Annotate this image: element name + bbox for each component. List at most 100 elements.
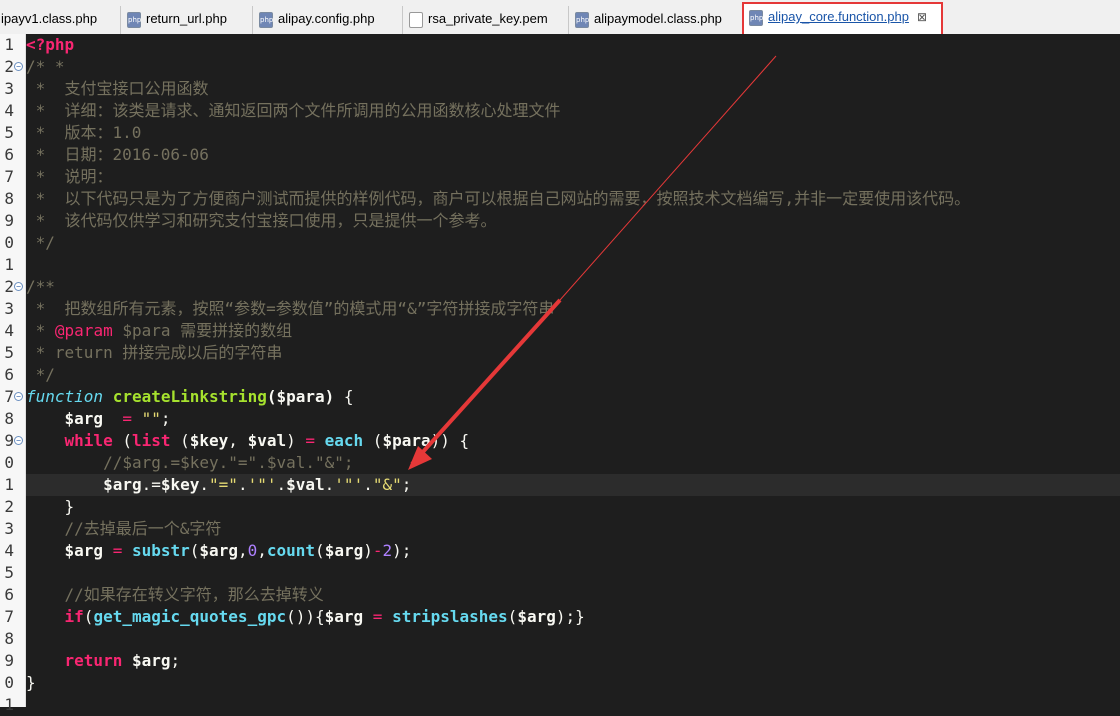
code-line[interactable]: 9− while (list ($key, $val) = each ($par… bbox=[0, 430, 1120, 452]
line-number: 9 bbox=[4, 431, 14, 450]
code-line[interactable]: 2 } bbox=[0, 496, 1120, 518]
code-text: <?php bbox=[26, 35, 75, 54]
code-text: } bbox=[26, 497, 75, 516]
tab-label: alipay.config.php bbox=[278, 11, 375, 26]
code-line[interactable]: 1 $arg.=$key."=".'"'.$val.'"'."&"; bbox=[0, 474, 1120, 496]
line-number: 4 bbox=[4, 541, 14, 560]
line-number: 3 bbox=[4, 299, 14, 318]
line-number: 2 bbox=[4, 57, 14, 76]
line-number: 1 bbox=[4, 35, 14, 54]
code-text: * 详细：该类是请求、通知返回两个文件所调用的公用函数核心处理文件 bbox=[26, 101, 561, 120]
fold-toggle-icon[interactable]: − bbox=[14, 282, 23, 291]
code-text: * 以下代码只是为了方便商户测试而提供的样例代码，商户可以根据自己网站的需要，按… bbox=[26, 189, 971, 208]
line-number: 5 bbox=[4, 563, 14, 582]
line-number: 3 bbox=[4, 519, 14, 538]
code-line[interactable]: 7 if(get_magic_quotes_gpc()){$arg = stri… bbox=[0, 606, 1120, 628]
line-number: 2 bbox=[4, 497, 14, 516]
code-line[interactable]: 8 * 以下代码只是为了方便商户测试而提供的样例代码，商户可以根据自己网站的需要… bbox=[0, 188, 1120, 210]
line-number: 4 bbox=[4, 321, 14, 340]
code-line[interactable]: 0 */ bbox=[0, 232, 1120, 254]
tab-alipaymodel-class-php[interactable]: php alipaymodel.class.php bbox=[568, 6, 742, 34]
line-number: 8 bbox=[4, 629, 14, 648]
code-text: /* * bbox=[26, 57, 65, 76]
code-line[interactable]: 0 //$arg.=$key."=".$val."&"; bbox=[0, 452, 1120, 474]
line-number: 5 bbox=[4, 123, 14, 142]
code-text: * 把数组所有元素，按照“参数=参数值”的模式用“&”字符拼接成字符串 bbox=[26, 299, 555, 318]
code-line[interactable]: 8 bbox=[0, 628, 1120, 650]
line-number: 7 bbox=[4, 607, 14, 626]
line-number: 6 bbox=[4, 365, 14, 384]
code-text: } bbox=[26, 673, 36, 692]
code-text: function createLinkstring($para) { bbox=[26, 387, 354, 406]
code-line[interactable]: 3 //去掉最后一个&字符 bbox=[0, 518, 1120, 540]
code-line[interactable]: 7− function createLinkstring($para) { bbox=[0, 386, 1120, 408]
code-line[interactable]: 4 * 详细：该类是请求、通知返回两个文件所调用的公用函数核心处理文件 bbox=[0, 100, 1120, 122]
code-text: if(get_magic_quotes_gpc()){$arg = strips… bbox=[64, 607, 585, 626]
code-line[interactable]: 5 * return 拼接完成以后的字符串 bbox=[0, 342, 1120, 364]
line-number: 0 bbox=[4, 673, 14, 692]
line-number: 9 bbox=[4, 211, 14, 230]
code-line[interactable]: 9 * 该代码仅供学习和研究支付宝接口使用，只是提供一个参考。 bbox=[0, 210, 1120, 232]
text-file-icon bbox=[409, 11, 423, 28]
code-text: */ bbox=[26, 233, 55, 252]
fold-toggle-icon[interactable]: − bbox=[14, 392, 23, 401]
line-number: 6 bbox=[4, 145, 14, 164]
code-line[interactable]: 5 * 版本：1.0 bbox=[0, 122, 1120, 144]
code-line[interactable]: 6 //如果存在转义字符，那么去掉转义 bbox=[0, 584, 1120, 606]
tab-ipayv1-class-php[interactable]: ipayv1.class.php bbox=[0, 6, 120, 34]
code-line[interactable]: 8 $arg = ""; bbox=[0, 408, 1120, 430]
php-file-icon: php bbox=[259, 11, 273, 28]
line-number: 3 bbox=[4, 79, 14, 98]
line-number: 7 bbox=[4, 167, 14, 186]
code-text: $arg = ""; bbox=[64, 409, 171, 428]
line-number: 1 bbox=[4, 255, 14, 274]
code-line[interactable]: 9 return $arg; bbox=[0, 650, 1120, 672]
code-line[interactable]: 6 * 日期：2016-06-06 bbox=[0, 144, 1120, 166]
code-line[interactable]: 0} bbox=[0, 672, 1120, 694]
code-text: * 该代码仅供学习和研究支付宝接口使用，只是提供一个参考。 bbox=[26, 211, 497, 230]
code-line[interactable]: 1 bbox=[0, 694, 1120, 716]
code-line[interactable]: 4 * @param $para 需要拼接的数组 bbox=[0, 320, 1120, 342]
code-text: $arg.=$key."=".'"'.$val.'"'."&"; bbox=[26, 474, 1120, 496]
code-line[interactable]: 5 bbox=[0, 562, 1120, 584]
line-number: 8 bbox=[4, 189, 14, 208]
code-line[interactable]: 2−/** bbox=[0, 276, 1120, 298]
code-text: */ bbox=[26, 365, 55, 384]
code-text: * 支付宝接口公用函数 bbox=[26, 79, 209, 98]
fold-toggle-icon[interactable]: − bbox=[14, 62, 23, 71]
fold-toggle-icon[interactable]: − bbox=[14, 436, 23, 445]
php-file-icon: php bbox=[127, 11, 141, 28]
code-line[interactable]: 1 <?php bbox=[0, 34, 1120, 56]
line-number: 1 bbox=[4, 695, 14, 714]
line-number: 7 bbox=[4, 387, 14, 406]
code-line[interactable]: 3 * 支付宝接口公用函数 bbox=[0, 78, 1120, 100]
code-text: //如果存在转义字符，那么去掉转义 bbox=[64, 585, 324, 604]
code-line[interactable]: 6 */ bbox=[0, 364, 1120, 386]
code-line[interactable]: 7 * 说明： bbox=[0, 166, 1120, 188]
code-line[interactable]: 1 bbox=[0, 254, 1120, 276]
line-number: 8 bbox=[4, 409, 14, 428]
code-line[interactable]: 4 $arg = substr($arg,0,count($arg)-2); bbox=[0, 540, 1120, 562]
php-file-icon: php bbox=[575, 11, 589, 28]
code-text: * 版本：1.0 bbox=[26, 123, 142, 142]
editor-tab-bar: ipayv1.class.php php return_url.php php alip… bbox=[0, 0, 1120, 35]
tab-rsa-private-key-pem[interactable]: rsa_private_key.pem bbox=[402, 6, 568, 34]
code-text: /** bbox=[26, 277, 55, 296]
code-text: * return 拼接完成以后的字符串 bbox=[26, 343, 283, 362]
tab-label: alipaymodel.class.php bbox=[594, 11, 722, 26]
line-number: 4 bbox=[4, 101, 14, 120]
line-number: 5 bbox=[4, 343, 14, 362]
line-number: 1 bbox=[4, 475, 14, 494]
code-text: * 日期：2016-06-06 bbox=[26, 145, 209, 164]
tab-label: ipayv1.class.php bbox=[1, 11, 98, 26]
code-text: return $arg; bbox=[64, 651, 181, 670]
code-text: * 说明： bbox=[26, 167, 113, 186]
code-line[interactable]: 2−/* * bbox=[0, 56, 1120, 78]
line-number: 6 bbox=[4, 585, 14, 604]
tab-return-url-php[interactable]: php return_url.php bbox=[120, 6, 252, 34]
code-line[interactable]: 3 * 把数组所有元素，按照“参数=参数值”的模式用“&”字符拼接成字符串 bbox=[0, 298, 1120, 320]
tab-label: rsa_private_key.pem bbox=[428, 11, 548, 26]
code-text: //$arg.=$key."=".$val."&"; bbox=[103, 453, 354, 472]
tab-alipay-config-php[interactable]: php alipay.config.php bbox=[252, 6, 402, 34]
code-text: $arg = substr($arg,0,count($arg)-2); bbox=[64, 541, 412, 560]
